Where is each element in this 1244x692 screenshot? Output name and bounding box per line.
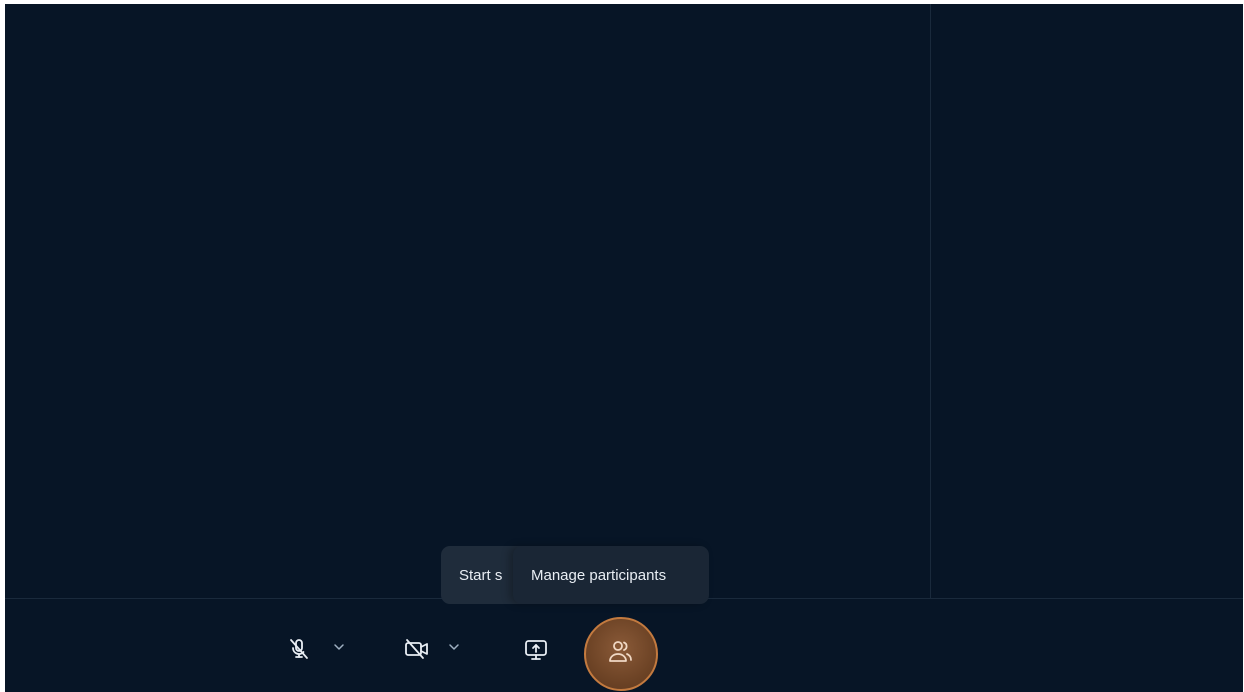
chevron-down-icon (447, 640, 461, 659)
side-panel (930, 4, 1243, 598)
share-screen-tooltip-text: Start s (459, 566, 503, 584)
meeting-toolbar (5, 598, 1243, 692)
camera-options-button[interactable] (446, 641, 462, 657)
mic-muted-icon (287, 637, 311, 661)
manage-participants-tooltip: Manage participants (513, 546, 709, 604)
share-screen-button[interactable] (521, 635, 551, 665)
chevron-down-icon (332, 640, 346, 659)
mic-options-button[interactable] (331, 641, 347, 657)
camera-button[interactable] (401, 635, 433, 663)
participants-button[interactable] (584, 617, 658, 691)
participants-icon (606, 637, 636, 672)
mute-button[interactable] (285, 635, 313, 663)
share-screen-icon (523, 637, 549, 663)
video-stage (5, 4, 930, 598)
camera-off-icon (403, 637, 431, 661)
manage-participants-tooltip-text: Manage participants (531, 566, 667, 584)
